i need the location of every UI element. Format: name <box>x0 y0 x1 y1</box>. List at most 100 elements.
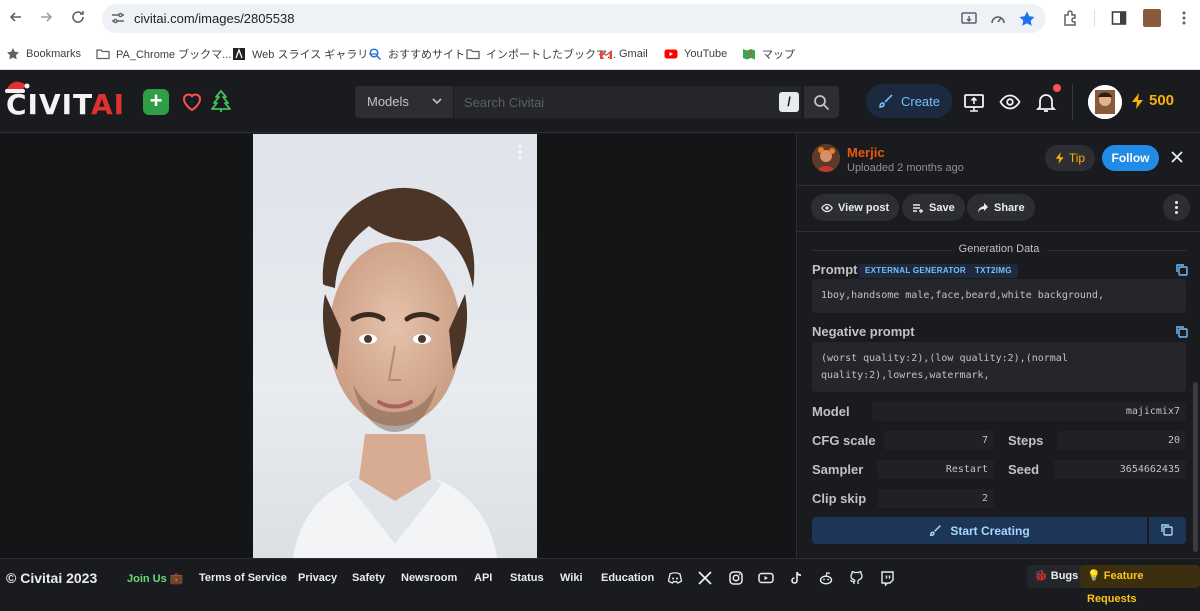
civitai-logo[interactable]: CIVITAI <box>6 88 125 121</box>
close-icon[interactable] <box>1169 149 1185 165</box>
search-icon <box>814 95 830 111</box>
user-avatar[interactable] <box>1088 85 1122 119</box>
generated-portrait-image[interactable] <box>253 134 537 558</box>
maps-icon <box>743 49 755 60</box>
video-upload-icon[interactable] <box>963 91 985 113</box>
copy-icon[interactable] <box>1175 325 1189 339</box>
footer-link-join[interactable]: Join Us 💼 <box>127 572 183 585</box>
performance-icon[interactable] <box>989 10 1007 28</box>
feature-requests-button[interactable]: 💡 Feature Requests <box>1080 565 1200 605</box>
twitch-icon[interactable] <box>879 570 895 586</box>
reddit-icon[interactable] <box>818 570 834 586</box>
search-input[interactable] <box>454 86 801 118</box>
footer-link-newsroom[interactable]: Newsroom <box>401 572 457 584</box>
brush-icon <box>930 525 942 537</box>
add-content-button[interactable]: + <box>143 89 169 115</box>
tip-button[interactable]: Tip <box>1045 145 1095 171</box>
copy-icon <box>1161 524 1173 536</box>
brush-icon <box>879 94 893 108</box>
bookmark-label: Bookmarks <box>26 48 82 60</box>
search-shortcut-key: / <box>779 92 799 112</box>
copy-generation-button[interactable] <box>1149 517 1186 544</box>
install-app-icon[interactable] <box>960 10 978 28</box>
more-options-button[interactable] <box>1163 194 1190 221</box>
buzz-balance[interactable]: 500 <box>1131 92 1174 109</box>
user-avatar-image <box>1088 85 1122 119</box>
image-menu-icon[interactable] <box>513 142 527 162</box>
bookmark-item[interactable]: YouTube <box>664 46 727 62</box>
kebab-menu-icon[interactable] <box>1175 9 1193 27</box>
follow-button[interactable]: Follow <box>1102 145 1159 171</box>
cfg-scale-label: CFG scale <box>812 433 876 448</box>
footer-link-safety[interactable]: Safety <box>352 572 385 584</box>
generation-data-title: Generation Data <box>958 243 1040 255</box>
discord-icon[interactable] <box>667 570 683 586</box>
logo-main: CIVIT <box>6 88 91 121</box>
profile-icon[interactable] <box>1143 9 1161 27</box>
search-icon <box>369 48 382 61</box>
reload-icon[interactable] <box>68 9 88 29</box>
eye-icon <box>821 203 833 212</box>
search-button[interactable] <box>804 86 839 118</box>
back-arrow-icon[interactable] <box>6 9 26 29</box>
x-icon[interactable] <box>697 570 713 586</box>
search-category-select[interactable]: Models <box>355 86 453 118</box>
github-icon[interactable] <box>848 570 864 586</box>
bookmark-item[interactable]: マップ <box>742 46 795 62</box>
url-text[interactable]: civitai.com/images/2805538 <box>134 11 294 26</box>
extensions-icon[interactable] <box>1062 9 1080 27</box>
lightning-icon <box>1055 152 1064 164</box>
copy-icon[interactable] <box>1175 263 1189 277</box>
author-avatar[interactable] <box>812 144 840 172</box>
bookmark-item[interactable]: Gmail <box>599 46 648 62</box>
clip-skip-value: 2 <box>878 489 994 508</box>
negative-prompt-line: quality:2),lowres,watermark, <box>821 370 990 381</box>
share-button[interactable]: Share <box>967 194 1035 221</box>
panel-scrollbar[interactable] <box>1193 382 1198 552</box>
instagram-icon[interactable] <box>728 570 744 586</box>
bookmark-item[interactable]: Bookmarks <box>6 46 81 62</box>
bell-icon[interactable] <box>1035 91 1057 113</box>
site-footer: © Civitai 2023 Join Us 💼 Terms of Servic… <box>0 558 1200 605</box>
start-creating-button[interactable]: Start Creating <box>812 517 1147 544</box>
toolbar-divider <box>1094 10 1095 27</box>
view-post-button[interactable]: View post <box>811 194 900 221</box>
upload-time: Uploaded 2 months ago <box>847 162 964 174</box>
bookmark-item[interactable]: PA_Chrome ブックマ... <box>96 46 231 62</box>
model-value: majicmix7 <box>872 402 1186 421</box>
youtube-icon[interactable] <box>758 570 774 586</box>
footer-link-api[interactable]: API <box>474 572 492 584</box>
footer-link-education[interactable]: Education <box>601 572 654 584</box>
footer-link-status[interactable]: Status <box>510 572 544 584</box>
footer-link-terms[interactable]: Terms of Service <box>199 572 287 584</box>
side-panel-icon[interactable] <box>1110 9 1128 27</box>
tiktok-icon[interactable] <box>788 570 804 586</box>
bookmark-label: Gmail <box>619 48 648 60</box>
address-bar[interactable]: civitai.com/images/2805538 <box>102 4 1046 33</box>
footer-link-privacy[interactable]: Privacy <box>298 572 337 584</box>
bookmark-label: マップ <box>762 49 795 61</box>
txt2img-badge: TXT2IMG <box>969 264 1018 278</box>
star-icon <box>7 48 19 60</box>
bookmark-item[interactable]: おすすめサイト <box>368 46 465 62</box>
logo-accent: AI <box>90 88 126 121</box>
site-settings-icon[interactable] <box>110 10 126 26</box>
bookmark-item[interactable]: Web スライス ギャラリー <box>232 46 379 62</box>
heart-icon[interactable] <box>180 90 204 114</box>
bookmark-item[interactable]: インポートしたブックマ... <box>466 46 616 62</box>
author-header: Merjic Uploaded 2 months ago Tip Follow <box>797 134 1200 186</box>
create-button[interactable]: Create <box>866 84 952 118</box>
forward-arrow-icon[interactable] <box>36 9 56 29</box>
footer-link-wiki[interactable]: Wiki <box>560 572 583 584</box>
eye-icon[interactable] <box>999 91 1021 113</box>
bookmark-label: インポートしたブックマ... <box>486 49 617 61</box>
christmas-tree-icon[interactable] <box>210 89 232 113</box>
bookmark-label: Web スライス ギャラリー <box>252 49 380 61</box>
web-slice-icon <box>233 48 245 60</box>
bugs-button[interactable]: 🐞 Bugs <box>1027 565 1086 588</box>
author-name[interactable]: Merjic <box>847 145 885 160</box>
kebab-menu-icon <box>1175 201 1178 214</box>
bookmark-star-icon[interactable] <box>1018 10 1036 28</box>
save-button[interactable]: Save <box>902 194 965 221</box>
chevron-down-icon <box>432 98 442 105</box>
